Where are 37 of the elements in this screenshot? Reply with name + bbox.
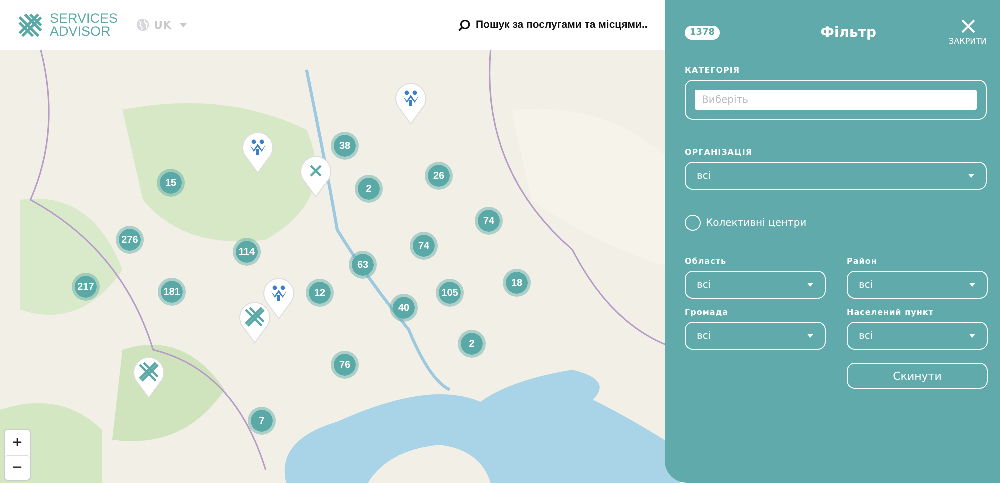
map-pin-icon[interactable]	[262, 276, 296, 320]
result-count-badge: 1378	[685, 26, 720, 40]
reset-button[interactable]: Скинути	[847, 363, 988, 389]
globe-icon	[136, 18, 150, 32]
caret-icon	[180, 22, 186, 28]
dropdown[interactable]: всі	[685, 271, 826, 299]
dropdown[interactable]: всі	[847, 322, 988, 350]
close-button[interactable]: ЗАКРИТИ	[949, 19, 987, 46]
logo-text: SERVICES	[50, 12, 118, 25]
caret-icon	[969, 334, 976, 338]
field-label: Громада	[685, 308, 730, 317]
map-pin-icon[interactable]	[132, 355, 166, 399]
logo-icon	[17, 12, 44, 38]
category-field[interactable]: Виберіть	[685, 80, 987, 120]
map-pin-icon[interactable]	[394, 81, 428, 125]
dropdown[interactable]: всі	[847, 271, 988, 299]
checkbox[interactable]	[685, 215, 701, 231]
checkbox-label: Колективні центри	[706, 218, 807, 228]
organization-dropdown[interactable]: всі	[685, 162, 987, 190]
caret-icon	[969, 283, 976, 287]
map-pin-icon[interactable]	[241, 130, 275, 174]
field-label: КАТЕГОРІЯ	[685, 66, 742, 75]
dropdown[interactable]: всі	[685, 322, 826, 350]
close-icon	[960, 19, 976, 34]
search-icon	[458, 18, 471, 32]
caret-icon	[968, 174, 975, 178]
caret-icon	[807, 283, 814, 287]
logo-text: ADVISOR	[50, 25, 112, 38]
zoom-out-button[interactable]: −	[5, 455, 30, 480]
field-label: Населений пункт	[847, 308, 935, 317]
filter-title: Фільтр	[820, 25, 877, 41]
field-label: Область	[685, 257, 728, 266]
map-pin-icon[interactable]	[238, 300, 272, 344]
map-pin-icon[interactable]	[299, 154, 333, 198]
field-label: Район	[847, 257, 878, 266]
field-label: ОРГАНІЗАЦІЯ	[685, 148, 754, 157]
caret-icon	[807, 334, 814, 338]
